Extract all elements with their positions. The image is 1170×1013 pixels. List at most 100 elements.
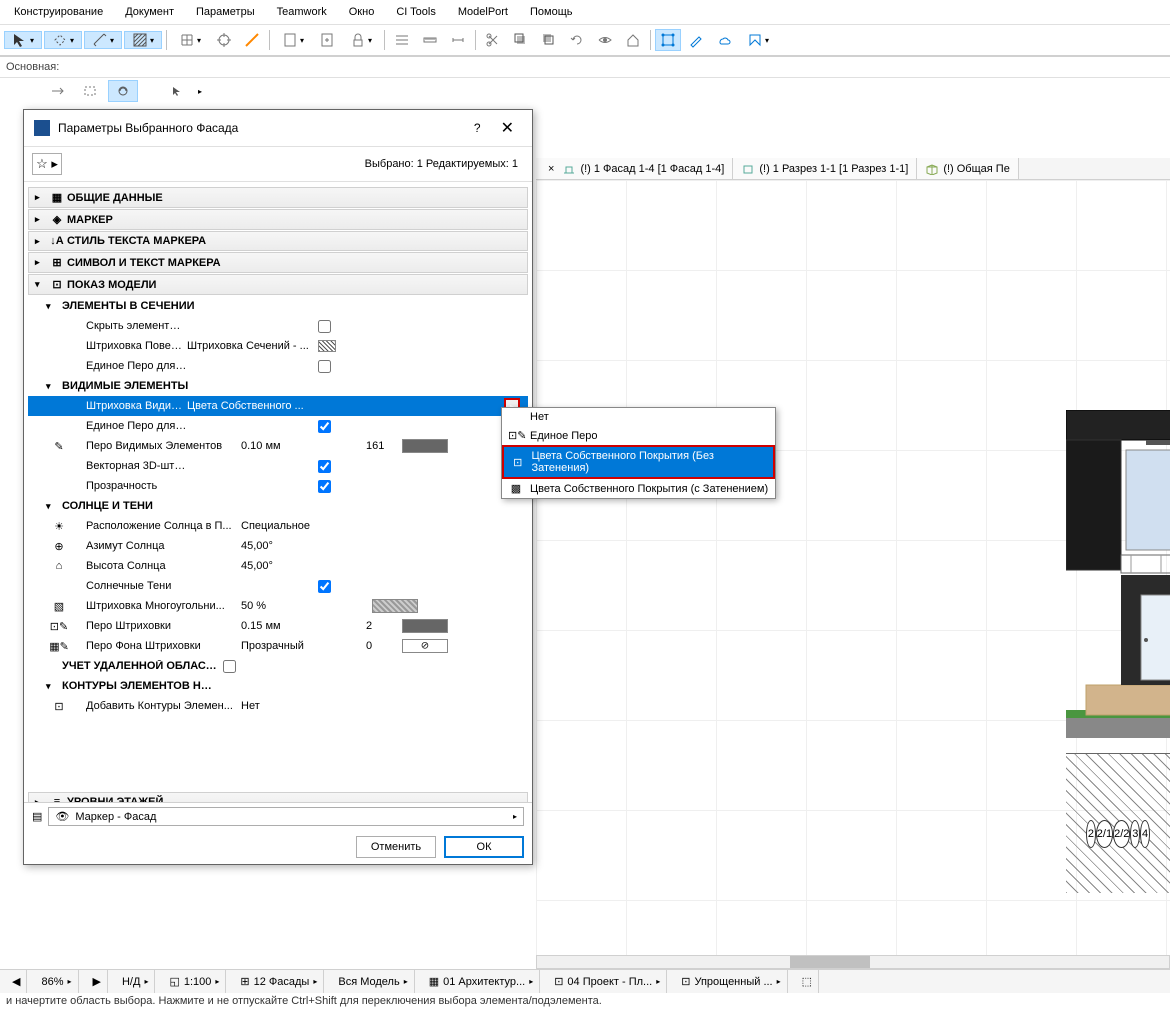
level-tool[interactable] <box>389 29 415 51</box>
snap-tool[interactable] <box>211 29 237 51</box>
layer-selector[interactable]: 👁Маркер - Фасад▸ <box>48 807 524 826</box>
subsection-sun[interactable]: ▾СОЛНЦЕ И ТЕНИ <box>28 496 528 516</box>
menu-document[interactable]: Документ <box>115 2 184 22</box>
cloud-tool[interactable] <box>711 29 737 51</box>
checkbox[interactable] <box>318 360 331 373</box>
measure-tool[interactable]: ▾ <box>84 31 122 49</box>
dimension-tool[interactable] <box>445 29 471 51</box>
prop-add-contours[interactable]: ⊡Добавить Контуры Элемен...Нет <box>28 696 528 716</box>
status-scale[interactable]: ◱ 1:100▸ <box>163 970 226 993</box>
dd-option-none[interactable]: Нет <box>502 408 775 426</box>
checkbox[interactable] <box>318 320 331 333</box>
tab-section-1[interactable]: (!) 1 Разрез 1-1 [1 Разрез 1-1] <box>733 158 917 179</box>
hatch-swatch[interactable] <box>372 599 418 613</box>
prop-vector-3d[interactable]: Векторная 3D-штриховка <box>28 456 528 476</box>
undo-tool[interactable] <box>564 29 590 51</box>
horizontal-scrollbar[interactable] <box>536 955 1170 969</box>
status-view[interactable]: ⊞ 12 Фасады▸ <box>234 970 324 993</box>
status-layer[interactable]: ▦ 01 Архитектур...▸ <box>423 970 540 993</box>
tab-elevation-1[interactable]: ×(!) 1 Фасад 1-4 [1 Фасад 1-4] <box>536 158 733 179</box>
menu-teamwork[interactable]: Teamwork <box>267 2 337 22</box>
pen-swatch[interactable] <box>402 639 448 653</box>
cut-tool[interactable] <box>480 29 506 51</box>
subtool-pointer-dd[interactable]: ▸ <box>194 80 206 102</box>
dd-option-own-colors-noshade[interactable]: ⊡Цвета Собственного Покрытия (Без Затене… <box>502 445 775 479</box>
arrow-tool[interactable]: ▾ <box>4 31 42 49</box>
house-tool[interactable] <box>620 29 646 51</box>
zoom-in-button[interactable]: ▶ <box>87 970 108 993</box>
lock-tool[interactable]: ▾ <box>342 31 380 49</box>
eye-tool[interactable] <box>592 29 618 51</box>
ok-button[interactable]: ОК <box>444 836 524 858</box>
section-marker[interactable]: ▸◈МАРКЕР <box>28 209 528 230</box>
prop-visible-hatch[interactable]: Штриховка Видимых Пове...Цвета Собственн… <box>28 396 528 416</box>
pen-swatch[interactable] <box>402 439 448 453</box>
dd-option-own-colors-shaded[interactable]: ▩Цвета Собственного Покрытия (с Затенени… <box>502 479 775 498</box>
checkbox[interactable] <box>318 480 331 493</box>
section-general[interactable]: ▸▦ОБЩИЕ ДАННЫЕ <box>28 187 528 208</box>
checkbox[interactable] <box>318 580 331 593</box>
section-model-display[interactable]: ▾⊡ПОКАЗ МОДЕЛИ <box>28 274 528 295</box>
subsection-cut[interactable]: ▾ЭЛЕМЕНТЫ В СЕЧЕНИИ <box>28 296 528 316</box>
prop-visible-pen[interactable]: ✎Перо Видимых Элементов0.10 мм161 <box>28 436 528 456</box>
status-nd[interactable]: Н/Д▸ <box>116 970 155 993</box>
profile-tool[interactable]: ▾ <box>739 31 777 49</box>
prop-sun-pos[interactable]: ☀Расположение Солнца в П...Специальное <box>28 516 528 536</box>
favorites-button[interactable]: ☆ ▸ <box>32 153 62 175</box>
menu-construct[interactable]: Конструирование <box>4 2 113 22</box>
checkbox[interactable] <box>318 420 331 433</box>
checkbox[interactable] <box>223 660 236 673</box>
subtool-2[interactable] <box>76 80 106 102</box>
prop-sun-azimuth[interactable]: ⊕Азимут Солнца45,00° <box>28 536 528 556</box>
status-3d[interactable]: ⬚ <box>796 970 819 993</box>
close-button[interactable]: ✕ <box>493 118 522 138</box>
zoom-value[interactable]: 86%▸ <box>35 970 78 993</box>
subsection-visible[interactable]: ▾ВИДИМЫЕ ЭЛЕМЕНТЫ <box>28 376 528 396</box>
section-marker-symbol[interactable]: ▸⊞СИМВОЛ И ТЕКСТ МАРКЕРА <box>28 252 528 273</box>
status-model[interactable]: Вся Модель▸ <box>332 970 414 993</box>
pen-swatch[interactable] <box>402 619 448 633</box>
prop-transparency[interactable]: Прозрачность <box>28 476 528 496</box>
checkbox[interactable] <box>318 460 331 473</box>
tab-perspective[interactable]: (!) Общая Пе <box>917 158 1019 179</box>
subtool-1[interactable] <box>44 80 74 102</box>
drawing-canvas[interactable]: 2 2/1 2/2 3 4 <box>536 180 1170 963</box>
subtool-pointer[interactable] <box>162 80 192 102</box>
prop-uniform-pen[interactable]: Единое Перо для Элемент... <box>28 356 528 376</box>
marquee-tool[interactable]: ▾ <box>44 31 82 49</box>
menu-citools[interactable]: CI Tools <box>386 2 446 22</box>
subsection-far[interactable]: ▾УЧЕТ УДАЛЕННОЙ ОБЛАСТИ <box>28 656 528 676</box>
prop-surface-hatch[interactable]: Штриховка Поверхностей ...Штриховка Сече… <box>28 336 528 356</box>
hatch-tool[interactable]: ▾ <box>124 31 162 49</box>
prop-shadow-polys[interactable]: ▧Штриховка Многоугольни...50 % <box>28 596 528 616</box>
zoom-out-button[interactable]: ◀ <box>6 970 27 993</box>
section-story-levels[interactable]: ▸≡УРОВНИ ЭТАЖЕЙ <box>28 792 528 802</box>
help-button[interactable]: ? <box>462 121 493 135</box>
status-project[interactable]: ⊡ 04 Проект - Пл...▸ <box>548 970 667 993</box>
ruler-tool[interactable] <box>417 29 443 51</box>
subsection-boundary[interactable]: ▾КОНТУРЫ ЭЛЕМЕНТОВ НА ГРАНИЦАХ ФАСАДА <box>28 676 528 696</box>
subtool-3-active[interactable] <box>108 80 138 102</box>
document-tool[interactable]: ▾ <box>274 31 312 49</box>
status-simplified[interactable]: ⊡ Упрощенный ...▸ <box>675 970 787 993</box>
dialog-titlebar[interactable]: Параметры Выбранного Фасада ? ✕ <box>24 110 532 147</box>
page-add-tool[interactable] <box>314 29 340 51</box>
bring-forward-tool[interactable] <box>508 29 534 51</box>
menu-options[interactable]: Параметры <box>186 2 265 22</box>
prop-sun-altitude[interactable]: ⌂Высота Солнца45,00° <box>28 556 528 576</box>
section-marker-text-style[interactable]: ▸↓AСТИЛЬ ТЕКСТА МАРКЕРА <box>28 231 528 251</box>
prop-hide-flat[interactable]: Скрыть элементы в плоско... <box>28 316 528 336</box>
cancel-button[interactable]: Отменить <box>356 836 436 858</box>
prop-hatch-bg-pen[interactable]: ▦✎Перо Фона ШтриховкиПрозрачный0 <box>28 636 528 656</box>
grid-tool[interactable]: ▾ <box>171 31 209 49</box>
send-backward-tool[interactable] <box>536 29 562 51</box>
menu-modelport[interactable]: ModelPort <box>448 2 518 22</box>
prop-sun-shadows-cb[interactable]: Солнечные Тени <box>28 576 528 596</box>
dd-option-uniform-pen[interactable]: ⊡✎Единое Перо <box>502 426 775 445</box>
unknown-tool-1[interactable] <box>655 29 681 51</box>
prop-visible-uniform-pen[interactable]: Единое Перо для Видимых... <box>28 416 528 436</box>
prop-hatch-pen[interactable]: ⊡✎Перо Штриховки0.15 мм2 <box>28 616 528 636</box>
menu-help[interactable]: Помощь <box>520 2 583 22</box>
menu-window[interactable]: Окно <box>339 2 385 22</box>
guide-tool[interactable] <box>239 29 265 51</box>
